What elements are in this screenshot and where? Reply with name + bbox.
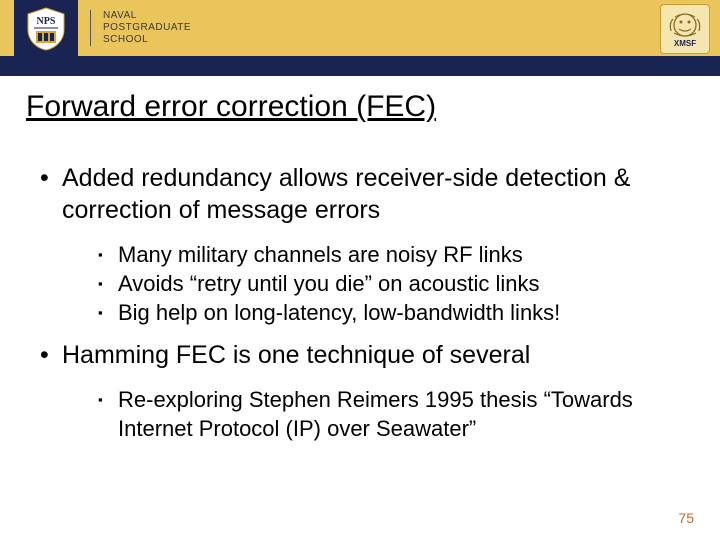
- institution-name: NAVAL POSTGRADUATE SCHOOL: [90, 10, 191, 46]
- main-bullet-list: Added redundancy allows receiver-side de…: [22, 162, 698, 443]
- bullet-1-text: Added redundancy allows receiver-side de…: [62, 164, 630, 224]
- bullet-2-text: Hamming FEC is one technique of several: [62, 341, 530, 369]
- institution-line-3: SCHOOL: [103, 34, 191, 46]
- header-band: NPS NAVAL POSTGRADUATE SCHOOL XMSF: [0, 0, 720, 56]
- sub-bullet: Re-exploring Stephen Reimers 1995 thesis…: [98, 385, 698, 443]
- svg-text:NPS: NPS: [37, 16, 56, 27]
- institution-line-1: NAVAL: [103, 10, 191, 22]
- xmsf-logo: XMSF: [660, 4, 710, 54]
- bullet-2: Hamming FEC is one technique of several …: [40, 339, 698, 443]
- navy-divider-bar: [0, 56, 720, 76]
- nps-shield-logo: NPS: [14, 0, 78, 56]
- slide-content: Forward error correction (FEC) Added red…: [0, 76, 720, 443]
- slide-title: Forward error correction (FEC): [22, 90, 698, 124]
- sub-bullet: Big help on long-latency, low-bandwidth …: [98, 298, 698, 327]
- bullet-1: Added redundancy allows receiver-side de…: [40, 162, 698, 327]
- bullet-1-sublist: Many military channels are noisy RF link…: [62, 240, 698, 327]
- page-number: 75: [678, 510, 694, 526]
- sub-bullet: Avoids “retry until you die” on acoustic…: [98, 269, 698, 298]
- xmsf-label: XMSF: [674, 39, 696, 48]
- bullet-2-sublist: Re-exploring Stephen Reimers 1995 thesis…: [62, 385, 698, 443]
- institution-line-2: POSTGRADUATE: [103, 22, 191, 34]
- sub-bullet: Many military channels are noisy RF link…: [98, 240, 698, 269]
